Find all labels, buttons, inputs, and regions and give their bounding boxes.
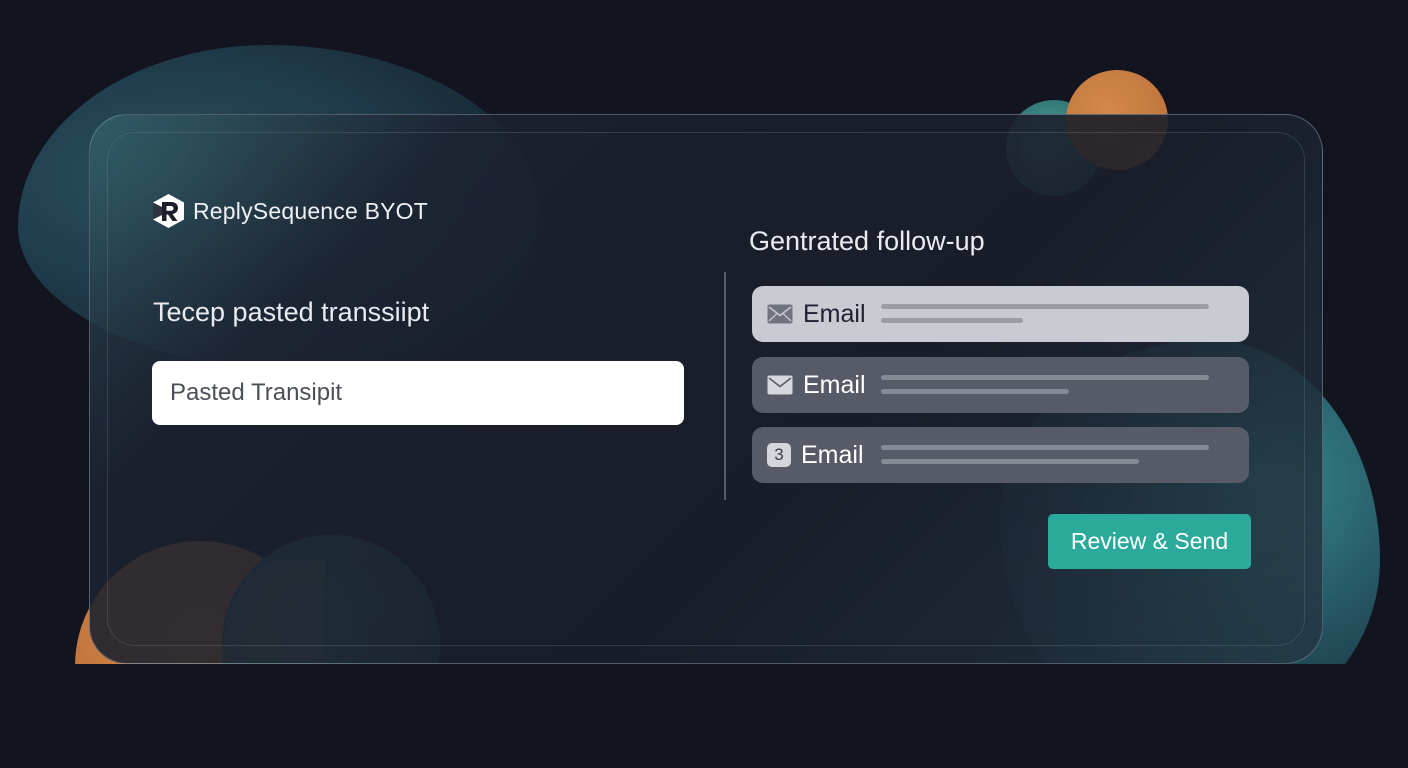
email-label: Email — [803, 370, 866, 399]
brand: ReplySequence BYOT — [152, 193, 428, 229]
output-heading: Gentrated follow-up — [749, 226, 985, 256]
app-window: ReplySequence BYOT Tecep pasted transsii… — [0, 0, 1408, 768]
email-label: Email — [801, 440, 864, 469]
number-badge: 3 — [767, 443, 791, 467]
email-preview-lines — [881, 304, 1209, 332]
panel-divider — [724, 272, 726, 500]
email-preview-lines — [881, 445, 1209, 473]
mail-icon — [767, 304, 793, 324]
email-item-1[interactable]: Email — [752, 286, 1249, 342]
mail-icon — [767, 375, 793, 395]
email-label: Email — [803, 299, 866, 328]
transcript-input[interactable] — [152, 361, 684, 425]
brand-name: ReplySequence BYOT — [193, 197, 429, 224]
email-item-3[interactable]: 3 Email — [752, 427, 1249, 483]
email-item-2[interactable]: Email — [752, 357, 1249, 413]
review-send-button[interactable]: Review & Send — [1048, 514, 1251, 569]
input-heading: Tecep pasted transsiipt — [153, 297, 430, 327]
brand-logo-icon — [153, 194, 184, 228]
background-bottom — [0, 664, 1408, 768]
email-preview-lines — [881, 375, 1209, 403]
